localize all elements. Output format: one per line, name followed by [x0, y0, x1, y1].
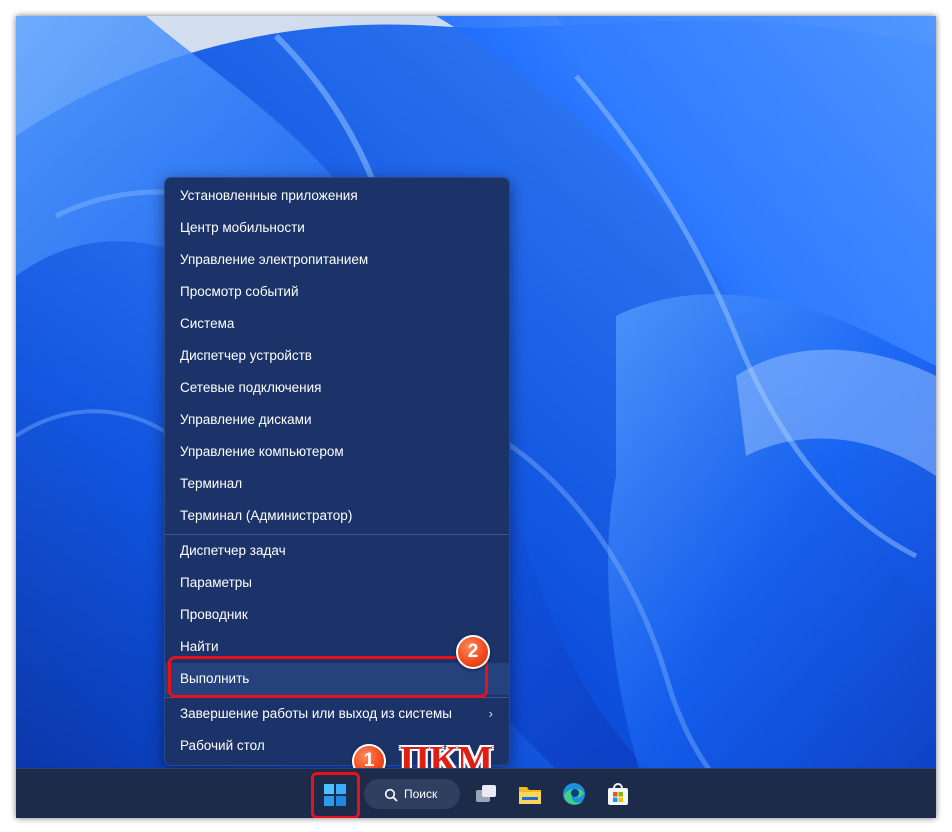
menu-item-disk-management[interactable]: Управление дисками [165, 404, 509, 436]
taskbar: Поиск [16, 768, 936, 818]
menu-item-system[interactable]: Система [165, 308, 509, 340]
edge-icon[interactable] [560, 780, 588, 808]
search-label: Поиск [404, 787, 438, 801]
store-icon[interactable] [604, 780, 632, 808]
highlight-run-item [168, 656, 488, 698]
menu-item-settings[interactable]: Параметры [165, 567, 509, 599]
menu-item-file-explorer[interactable]: Проводник [165, 599, 509, 631]
step-2-badge: 2 [456, 635, 490, 669]
task-view-icon[interactable] [472, 780, 500, 808]
highlight-start-button [311, 772, 360, 818]
menu-item-terminal-admin[interactable]: Терминал (Администратор) [165, 500, 509, 532]
search-icon [384, 788, 398, 802]
menu-item-label: Завершение работы или выход из системы [180, 706, 452, 721]
desktop-screenshot: Установленные приложения Центр мобильнос… [16, 16, 936, 818]
file-explorer-icon[interactable] [516, 780, 544, 808]
menu-item-shutdown-signout[interactable]: Завершение работы или выход из системы › [165, 698, 509, 730]
taskbar-search-button[interactable]: Поиск [364, 779, 460, 809]
menu-item-power-options[interactable]: Управление электропитанием [165, 244, 509, 276]
menu-item-computer-management[interactable]: Управление компьютером [165, 436, 509, 468]
menu-item-terminal[interactable]: Терминал [165, 468, 509, 500]
chevron-right-icon: › [488, 706, 493, 721]
menu-item-installed-apps[interactable]: Установленные приложения [165, 180, 509, 212]
menu-item-device-manager[interactable]: Диспетчер устройств [165, 340, 509, 372]
menu-item-network-connections[interactable]: Сетевые подключения [165, 372, 509, 404]
menu-item-task-manager[interactable]: Диспетчер задач [165, 535, 509, 567]
menu-item-event-viewer[interactable]: Просмотр событий [165, 276, 509, 308]
menu-item-mobility-center[interactable]: Центр мобильности [165, 212, 509, 244]
